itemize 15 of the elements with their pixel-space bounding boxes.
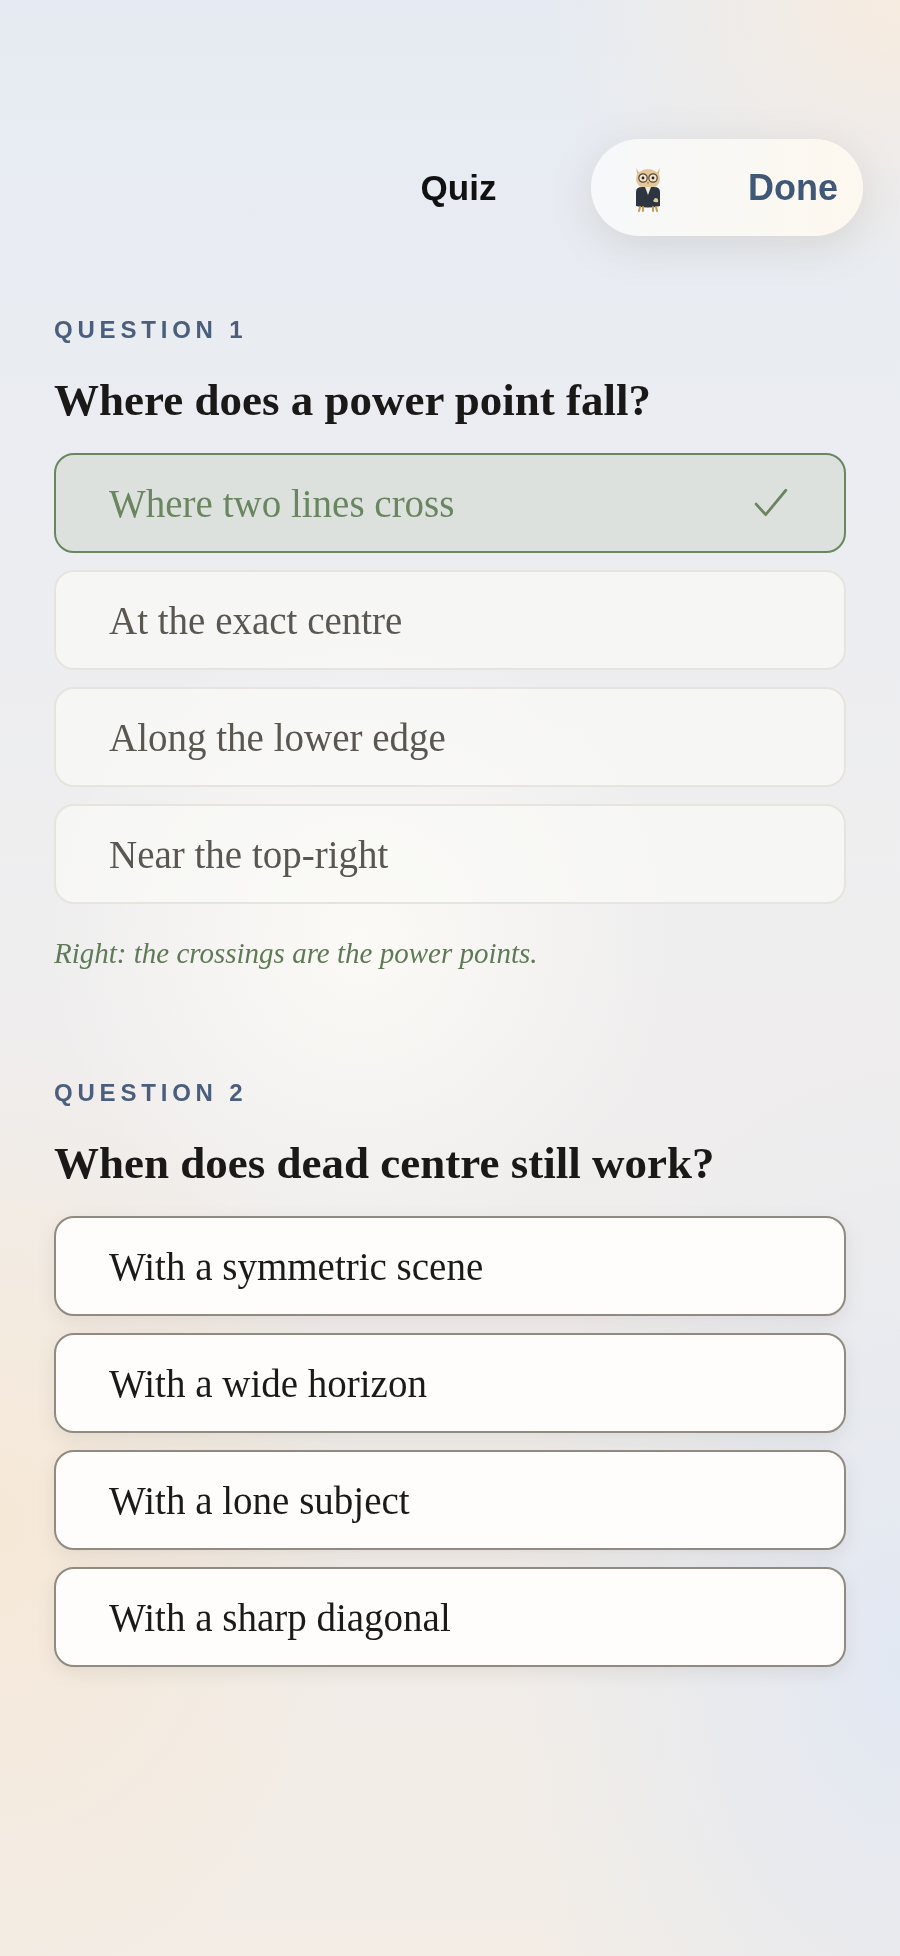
answer-feedback: Right: the crossings are the power points. [54, 936, 539, 971]
answer-option[interactable]: With a wide horizon [54, 1333, 846, 1433]
question-label: QUESTION 1 [54, 315, 249, 345]
question-prompt: When does dead centre still work? [54, 1137, 716, 1190]
answer-option[interactable]: At the exact centre [54, 570, 846, 670]
answer-option[interactable]: With a lone subject [54, 1450, 846, 1550]
answer-option[interactable]: With a sharp diagonal [54, 1567, 846, 1667]
question-prompt: Where does a power point fall? [54, 374, 653, 427]
answer-option[interactable]: Along the lower edge [54, 687, 846, 787]
question-label: QUESTION 2 [54, 1078, 249, 1108]
done-button[interactable]: Done [591, 139, 863, 236]
screen-title: Quiz [420, 167, 497, 208]
answer-option[interactable]: With a symmetric scene [54, 1216, 846, 1316]
answer-option[interactable]: Near the top-right [54, 804, 846, 904]
check-icon [754, 488, 788, 518]
